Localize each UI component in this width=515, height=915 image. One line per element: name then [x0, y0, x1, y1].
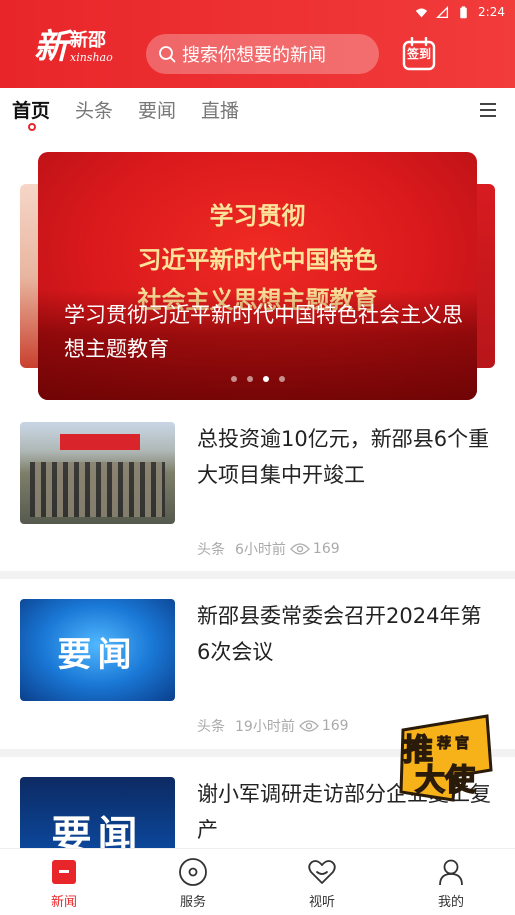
- news-meta: 头条 19小时前 169: [197, 716, 349, 736]
- logo-text: 新邵: [70, 30, 106, 51]
- carousel-dot[interactable]: [246, 376, 253, 382]
- search-input[interactable]: 搜索你想要的新闻: [146, 34, 379, 74]
- app-logo: 新 新邵 xinshao: [34, 30, 113, 64]
- banner-slide[interactable]: 学习贯彻 习近平新时代中国特色 社会主义思想主题教育 学习贯彻习近平新时代中国特…: [38, 152, 477, 400]
- news-title: 新邵县委常委会召开2024年第6次会议: [197, 604, 482, 664]
- search-placeholder: 搜索你想要的新闻: [182, 45, 326, 66]
- nav-label: 我的: [437, 895, 464, 910]
- bottom-navigation: 新闻 服务 视听 我的: [0, 848, 515, 915]
- carousel-dot[interactable]: [278, 376, 285, 382]
- checkin-button[interactable]: 签到: [402, 36, 436, 71]
- nav-label: 视听: [308, 895, 335, 910]
- checkin-label: 签到: [406, 47, 431, 61]
- channel-tabs: 首页 头条 要闻 直播: [0, 88, 515, 136]
- news-thumbnail: 要闻: [20, 777, 175, 848]
- banner-image-text: 学习贯彻: [209, 201, 306, 230]
- carousel-dots: [38, 376, 477, 382]
- news-views: 169: [321, 718, 349, 734]
- status-time: 2:24: [478, 5, 505, 19]
- banner-carousel[interactable]: 学习贯彻 习近平新时代中国特色 社会主义思想主题教育 学习贯彻习近平新时代中国特…: [0, 152, 515, 402]
- promo-text: 荐: [437, 735, 451, 752]
- nav-profile[interactable]: 我的: [411, 857, 491, 910]
- signal-icon: [436, 5, 449, 18]
- news-thumbnail: 要闻: [20, 599, 175, 701]
- menu-icon[interactable]: [480, 103, 496, 117]
- search-icon: [159, 46, 176, 63]
- nav-label: 服务: [179, 895, 206, 910]
- thumbnail-text: 要闻: [57, 635, 138, 675]
- tab-home[interactable]: 首页: [12, 96, 50, 123]
- thumbnail-stage-banner: [60, 434, 140, 450]
- promo-text: 官: [455, 735, 469, 752]
- profile-icon: [439, 859, 463, 886]
- thumbnail-text: 要闻: [51, 812, 144, 848]
- thumbnail-crowd: [30, 462, 165, 517]
- logo-mark: 新: [34, 27, 68, 67]
- eye-icon: [298, 720, 319, 732]
- service-icon: [179, 858, 207, 886]
- tab-live[interactable]: 直播: [201, 96, 239, 123]
- carousel-dot[interactable]: [230, 376, 237, 382]
- status-bar: 2:24: [415, 3, 505, 21]
- news-item[interactable]: 总投资逾10亿元，新邵县6个重大项目集中开竣工 头条 6小时前 169: [0, 405, 515, 571]
- tab-important-news[interactable]: 要闻: [138, 96, 176, 123]
- news-meta: 头条 6小时前 169: [197, 539, 340, 559]
- list-divider: [0, 571, 515, 579]
- promo-ambassador-badge[interactable]: 推 荐 官 大使: [395, 712, 495, 804]
- eye-icon: [290, 543, 310, 555]
- heart-icon: [308, 860, 336, 884]
- promo-text: 大使: [415, 763, 476, 798]
- banner-image-text: 习近平新时代中国特色: [137, 245, 378, 274]
- news-time: 19小时前: [235, 719, 295, 735]
- carousel-dot[interactable]: [262, 376, 269, 382]
- news-category: 头条: [197, 542, 225, 558]
- nav-label: 新闻: [50, 895, 77, 910]
- logo-subtext: xinshao: [70, 51, 113, 64]
- banner-caption: 学习贯彻习近平新时代中国特色社会主义思想主题教育: [64, 303, 463, 361]
- nav-audiovisual[interactable]: 视听: [282, 857, 362, 910]
- news-thumbnail: [20, 422, 175, 524]
- news-time: 6小时前: [235, 542, 286, 558]
- news-icon: [52, 860, 76, 884]
- tab-headlines[interactable]: 头条: [75, 96, 113, 123]
- news-views: 169: [312, 541, 340, 557]
- app-header: 2:24 新 新邵 xinshao 搜索你想要的新闻 签到: [0, 0, 515, 88]
- wifi-icon: [415, 7, 428, 17]
- nav-news[interactable]: 新闻: [24, 857, 104, 910]
- nav-service[interactable]: 服务: [153, 857, 233, 910]
- news-title: 总投资逾10亿元，新邵县6个重大项目集中开竣工: [197, 427, 490, 487]
- news-category: 头条: [197, 719, 225, 735]
- battery-icon: [460, 5, 467, 18]
- active-tab-indicator: [28, 123, 36, 131]
